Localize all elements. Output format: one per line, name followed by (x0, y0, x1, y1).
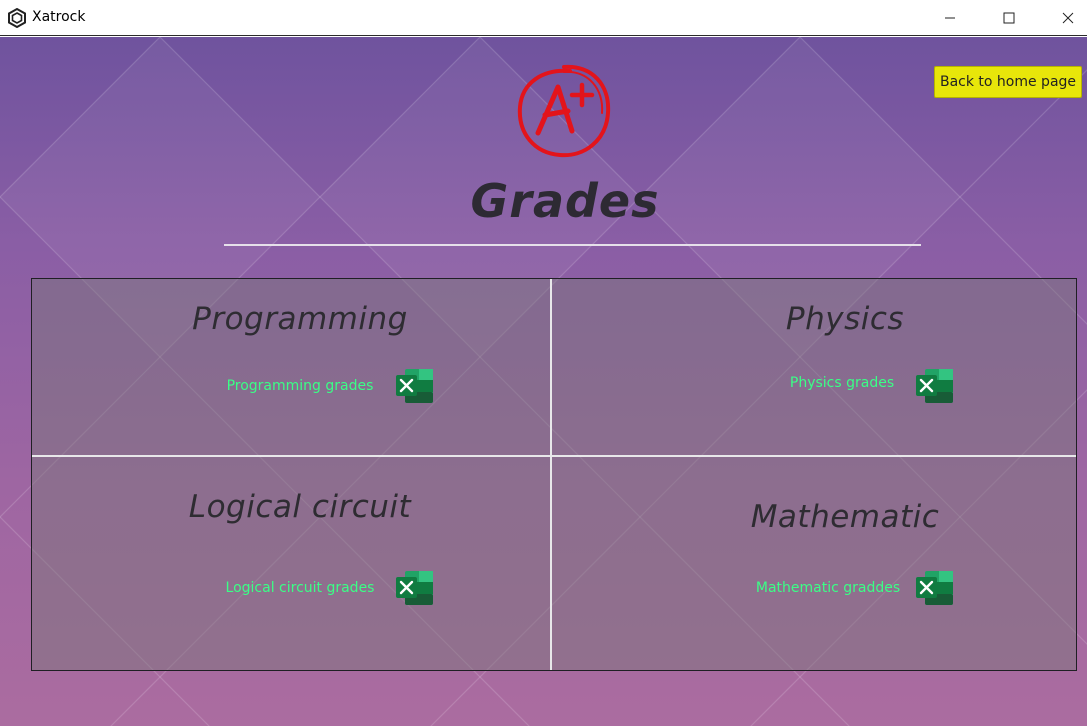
back-to-home-button[interactable]: Back to home page (934, 66, 1082, 98)
a-plus-grade-logo (517, 64, 611, 158)
subject-title: Mathematic (750, 499, 940, 535)
excel-icon[interactable] (395, 570, 435, 606)
xatrock-hexagon-icon (8, 8, 26, 28)
programming-grades-link[interactable]: Programming grades (200, 378, 400, 394)
excel-icon[interactable] (915, 368, 955, 404)
logical-circuit-grades-link[interactable]: Logical circuit grades (200, 580, 400, 596)
subjects-grid: Programming Programming grades Physics P… (31, 278, 1077, 671)
subject-card-logical-circuit: Logical circuit Logical circuit grades (32, 457, 550, 670)
window-title: Xatrock (32, 9, 86, 25)
minimize-button[interactable] (927, 0, 973, 36)
page-title: Grades (470, 174, 660, 228)
mathematic-grades-link[interactable]: Mathematic graddes (728, 580, 928, 596)
minimize-icon (945, 17, 955, 19)
physics-grades-link[interactable]: Physics grades (742, 375, 942, 391)
subject-card-physics: Physics Physics grades (552, 279, 1078, 455)
excel-icon[interactable] (395, 368, 435, 404)
subject-title: Physics (785, 301, 905, 337)
maximize-icon (1003, 12, 1015, 24)
close-button[interactable] (1045, 0, 1087, 36)
subject-card-mathematic: Mathematic Mathematic graddes (552, 457, 1078, 670)
close-icon (1062, 12, 1074, 24)
subject-card-programming: Programming Programming grades (32, 279, 550, 455)
maximize-button[interactable] (986, 0, 1032, 36)
subject-title: Logical circuit (188, 489, 412, 525)
title-divider (224, 244, 921, 246)
excel-icon[interactable] (915, 570, 955, 606)
subject-title: Programming (192, 301, 408, 337)
window-titlebar: Xatrock (0, 0, 1087, 36)
grades-page: Back to home page Grades Programming Pro… (0, 37, 1087, 726)
